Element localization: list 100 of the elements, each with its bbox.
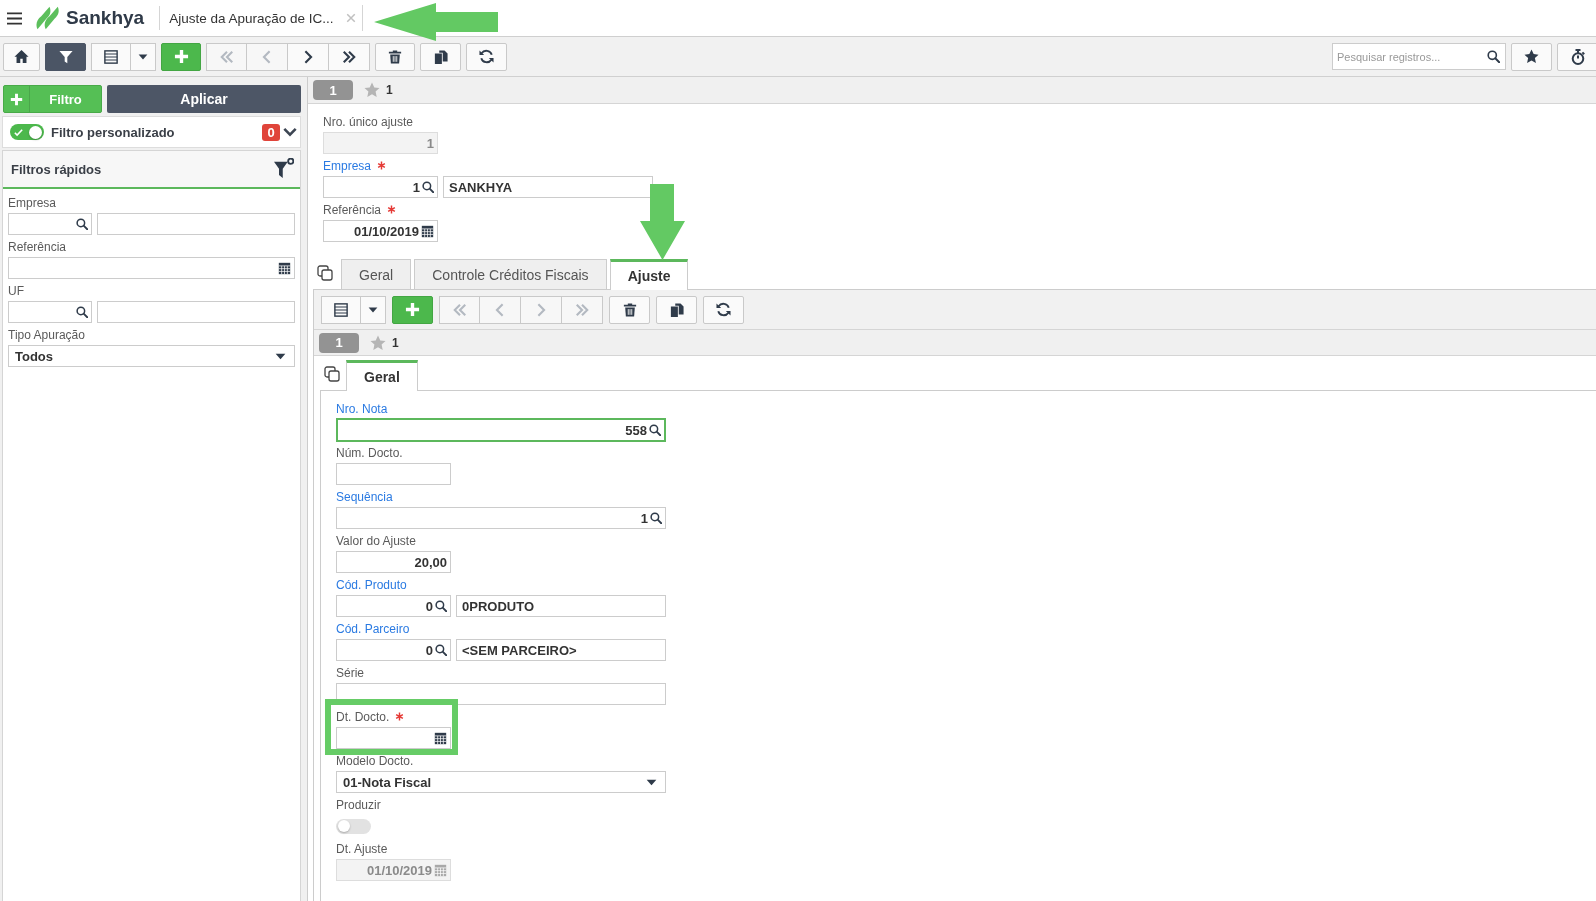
text-field[interactable] [336, 463, 451, 485]
field-label: UF [8, 284, 24, 298]
field-label: Referência [8, 240, 67, 254]
chevron-down-icon[interactable] [283, 125, 297, 139]
star-icon[interactable] [364, 82, 380, 98]
grid-view-button[interactable] [321, 295, 361, 324]
calendar-icon [434, 731, 447, 745]
number-field[interactable]: 20,00 [336, 551, 451, 573]
field-label[interactable]: Cód. Produto [336, 578, 407, 592]
lookup-field[interactable]: 558 [336, 418, 666, 442]
list-icon [334, 302, 348, 317]
date-field[interactable] [336, 727, 451, 749]
field-label: Empresa [8, 196, 57, 210]
lookup-field[interactable]: 0 [336, 595, 451, 617]
filter-settings-icon[interactable] [274, 157, 294, 178]
copy-tabs-icon[interactable] [324, 366, 340, 382]
dropdown-button[interactable] [361, 295, 386, 324]
lookup-field[interactable] [8, 213, 92, 235]
add-button[interactable] [161, 42, 201, 71]
apply-button[interactable]: Aplicar [107, 85, 301, 113]
copy-button[interactable] [656, 295, 697, 324]
description-field[interactable]: 0PRODUTO [456, 595, 666, 617]
custom-filter-label: Filtro personalizado [51, 124, 175, 140]
search-field[interactable]: Pesquisar registros... [1332, 43, 1506, 70]
select-field[interactable]: Todos [8, 345, 295, 367]
delete-button[interactable] [609, 295, 650, 324]
lookup-field[interactable] [8, 301, 92, 323]
dropdown-button[interactable] [131, 42, 156, 71]
copy-button[interactable] [420, 42, 461, 71]
field-label: Dt. Ajuste [336, 842, 388, 856]
plus-icon [173, 49, 189, 64]
count-badge: 0 [262, 123, 280, 141]
lookup-field[interactable]: 1 [323, 176, 438, 198]
double-chevron-right-icon [575, 302, 589, 317]
double-chevron-right-icon [342, 49, 356, 64]
field-label: Nro. único ajuste [323, 115, 414, 129]
field-label: Modelo Docto. [336, 754, 414, 768]
search-icon [435, 644, 447, 656]
field-label: Tipo Apuração [8, 328, 85, 342]
field-label[interactable]: Cód. Parceiro [336, 622, 410, 636]
double-chevron-left-icon [452, 302, 467, 317]
grid-view-button[interactable] [91, 42, 131, 71]
field-label[interactable]: Nro. Nota [336, 402, 388, 416]
field-label[interactable]: Sequência [336, 490, 393, 504]
refresh-icon [716, 302, 731, 317]
tab[interactable]: Geral [346, 360, 418, 391]
toggle-switch[interactable] [336, 818, 371, 834]
refresh-button[interactable] [466, 42, 507, 71]
star-icon[interactable] [370, 334, 386, 351]
tab-title[interactable]: Ajuste da Apuração de IC... [169, 10, 334, 26]
search-icon[interactable] [1487, 50, 1500, 63]
toggle-switch[interactable] [10, 124, 44, 140]
text-field[interactable] [336, 683, 666, 705]
field-label: Dt. Docto. [336, 710, 390, 724]
last-button[interactable] [329, 42, 370, 71]
field-label: Referência [323, 203, 382, 217]
date-field[interactable] [8, 257, 295, 279]
search-icon [649, 424, 661, 436]
logo-text: Sankhya [66, 7, 145, 29]
field-label: Valor do Ajuste [336, 534, 416, 548]
stopwatch-icon [1569, 48, 1586, 65]
field-label[interactable]: Empresa [323, 159, 372, 173]
favorites-count: 1 [386, 83, 393, 97]
tab[interactable]: Ajuste [609, 259, 689, 290]
copy-icon [433, 49, 448, 64]
field-label: Série [336, 666, 364, 680]
copy-icon [669, 302, 684, 317]
field-label: Produzir [336, 798, 381, 812]
select-field[interactable]: 01-Nota Fiscal [336, 771, 666, 793]
description-field[interactable]: SANKHYA [443, 176, 653, 198]
next-button[interactable] [288, 42, 329, 71]
home-button[interactable] [3, 42, 40, 71]
description-field[interactable] [97, 301, 295, 323]
description-field[interactable] [97, 213, 295, 235]
refresh-icon [479, 49, 494, 64]
calendar-icon [421, 224, 434, 238]
delete-button[interactable] [375, 42, 415, 71]
lookup-field[interactable]: 1 [336, 507, 666, 529]
date-field[interactable]: 01/10/2019 [323, 220, 438, 242]
funnel-icon [58, 49, 73, 64]
calendar-icon [278, 261, 291, 275]
refresh-button[interactable] [703, 295, 744, 324]
description-field[interactable]: <SEM PARCEIRO> [456, 639, 666, 661]
filter-button[interactable] [45, 42, 86, 71]
add-button[interactable] [392, 295, 433, 324]
tab[interactable]: Controle Créditos Fiscais [414, 259, 607, 289]
search-icon [76, 306, 88, 318]
menu-icon[interactable] [6, 10, 23, 26]
tab[interactable]: Geral [341, 259, 412, 289]
lookup-field[interactable]: 0 [336, 639, 451, 661]
timer-button[interactable] [1557, 42, 1596, 71]
copy-tabs-icon[interactable] [317, 265, 333, 281]
double-chevron-left-icon [219, 49, 234, 64]
calendar-icon [434, 863, 447, 877]
plus-icon [10, 92, 23, 106]
search-icon [435, 600, 447, 612]
favorite-button[interactable] [1511, 42, 1552, 71]
check-icon [14, 127, 23, 137]
plus-icon [405, 302, 420, 317]
search-icon [422, 181, 434, 193]
